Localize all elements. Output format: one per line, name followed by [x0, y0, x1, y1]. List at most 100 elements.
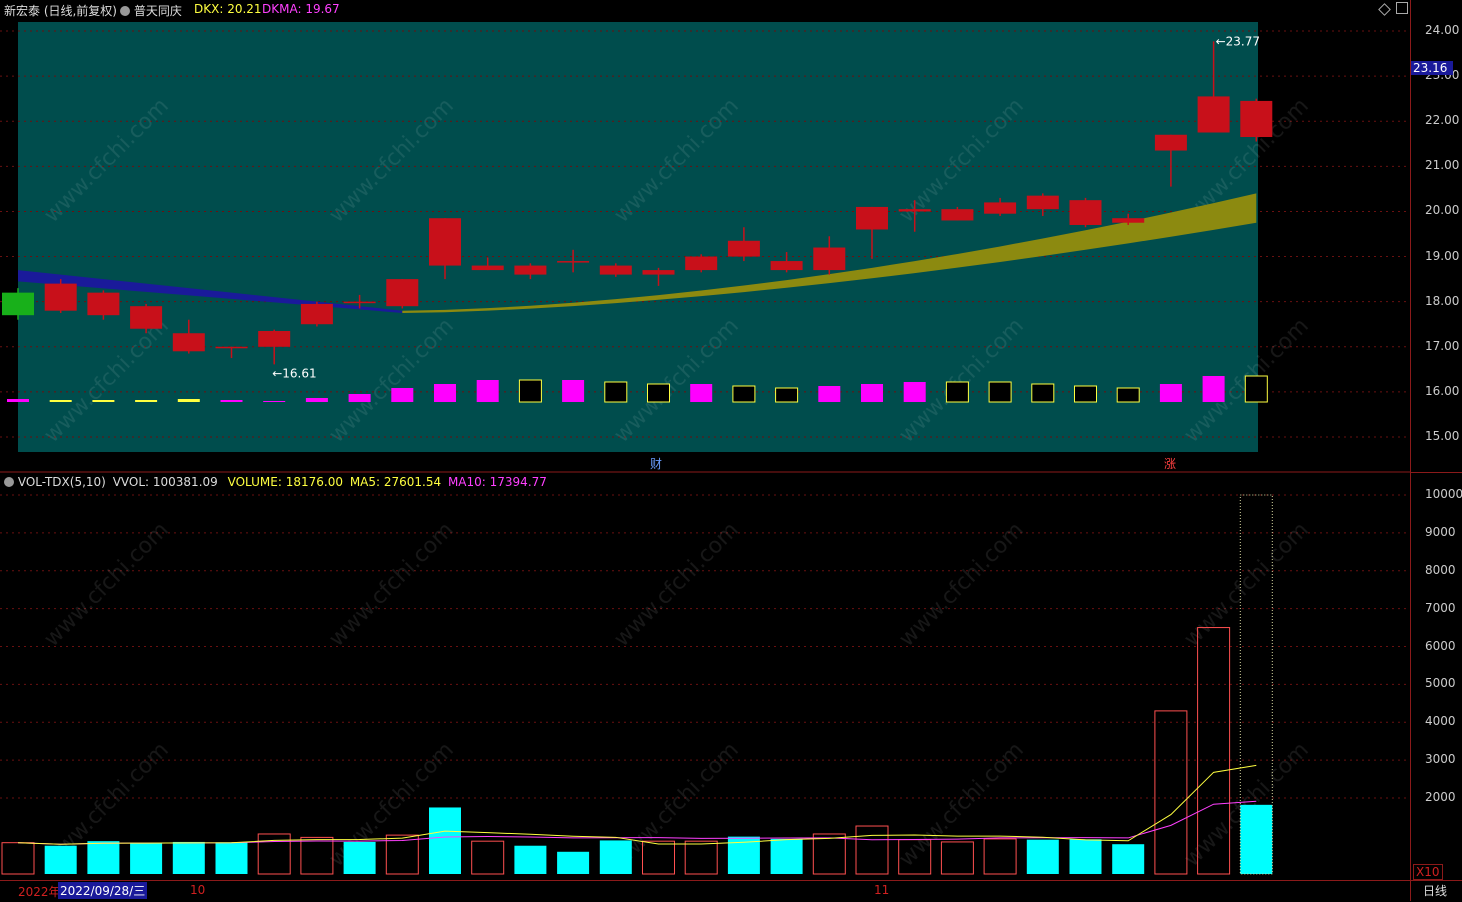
volume-bar[interactable] — [770, 838, 803, 874]
candle[interactable] — [2, 288, 34, 320]
overlay-volume-bar — [1031, 383, 1055, 403]
volume-bar[interactable] — [983, 838, 1017, 875]
volume-bar[interactable] — [514, 845, 547, 874]
volume-bar[interactable] — [343, 841, 376, 874]
volume-bar[interactable] — [1026, 839, 1059, 874]
volume-tick-label: 5000 — [1425, 676, 1456, 691]
candle-body — [984, 202, 1017, 214]
candle[interactable] — [44, 279, 77, 313]
overlay-volume-bar — [476, 380, 499, 402]
month-10-label: 10 — [190, 883, 206, 897]
volume-bar[interactable] — [471, 840, 505, 875]
candle[interactable] — [386, 279, 419, 309]
candle-body — [770, 261, 803, 271]
volume-chart[interactable]: www.cfchi.com www.cfchi.com www.cfchi.com w… — [0, 474, 1410, 880]
price-tick-label: 17.00 — [1425, 338, 1460, 353]
candle-body — [642, 270, 675, 275]
overlay-volume-bar — [220, 400, 243, 402]
ma5-value: MA5: 27601.54 — [349, 475, 442, 489]
overlay-volume-bar — [818, 386, 841, 402]
volume-bar[interactable] — [1, 842, 35, 875]
candle-body — [343, 301, 376, 304]
volume-ma-line — [17, 800, 1257, 845]
overlay-volume-bar — [945, 381, 969, 403]
price-tick-label: 24.00 — [1425, 23, 1460, 37]
candle-body — [856, 206, 888, 230]
overlay-volume-bar — [988, 381, 1012, 403]
candle-body — [471, 265, 504, 271]
window-toggle-icon[interactable] — [1396, 2, 1408, 14]
volume-bar[interactable] — [855, 825, 889, 875]
volume-bar[interactable] — [684, 840, 718, 875]
price-tick-label: 15.00 — [1425, 429, 1460, 443]
volume-header: VOL-TDX(5,10) VVOL: 100381.09 VOLUME: 18… — [4, 475, 547, 489]
overlay-volume-bar — [1159, 384, 1182, 402]
volume-bar[interactable] — [130, 842, 163, 874]
volume-bar[interactable] — [1154, 710, 1188, 875]
volume-bar[interactable] — [429, 807, 461, 874]
month-11-label: 11 — [874, 883, 890, 897]
overlay-volume-bar — [263, 401, 286, 402]
overlay-volume-bar — [861, 384, 883, 402]
watermark-text: www.cfchi.com — [894, 518, 1028, 652]
volume-bar[interactable] — [812, 833, 846, 875]
candle-body — [87, 292, 120, 316]
dkx-value: DKX: 20.21 — [194, 2, 262, 16]
indicator-name[interactable]: VOL-TDX(5,10) — [18, 475, 106, 489]
overlay-volume-bar — [177, 399, 200, 402]
high-price-label: ←23.77 — [1216, 34, 1260, 48]
candle[interactable] — [685, 254, 718, 273]
stock-title[interactable]: 新宏泰 (日线,前复权) — [4, 2, 117, 19]
gear-icon[interactable] — [120, 6, 130, 16]
event-marker-zhang[interactable]: 涨 — [1164, 456, 1176, 471]
candle-body — [1197, 96, 1230, 133]
overlay-volume-bar — [775, 387, 799, 403]
candle-body — [599, 265, 632, 275]
candle[interactable] — [1240, 98, 1273, 142]
candle-body — [386, 279, 419, 307]
right-axis: 24.00 23.00 22.00 21.00 20.00 19.00 18.00 17.00… — [1410, 0, 1462, 901]
volume-bar[interactable] — [87, 841, 120, 874]
cursor-date: 2022/09/28/三 — [58, 882, 148, 899]
volume-bar[interactable] — [940, 841, 974, 875]
volume-bar[interactable] — [557, 851, 590, 874]
watermark-text: www.cfchi.com — [1179, 518, 1313, 652]
chart-header: 新宏泰 (日线,前复权) 普天同庆 DKX: 20.21 DKMA: 19.67 — [0, 0, 1410, 18]
volume-tick-label: 8000 — [1425, 562, 1456, 577]
volume-tick-label: 4000 — [1425, 714, 1456, 729]
overlay-volume-bar — [1202, 376, 1225, 402]
candle-body — [172, 333, 205, 352]
volume-tick-label: 7000 — [1425, 600, 1456, 615]
volume-bar[interactable] — [1240, 804, 1273, 874]
price-tick-label: 20.00 — [1425, 203, 1460, 218]
candle-body — [898, 209, 931, 212]
axis-separator — [1411, 472, 1462, 473]
period-button[interactable]: 日线 — [1423, 882, 1447, 899]
volume-bar[interactable] — [1069, 839, 1102, 874]
volume-bar[interactable] — [215, 842, 248, 874]
candle-body — [685, 256, 718, 271]
candle[interactable] — [300, 301, 333, 327]
low-price-label: ←16.61 — [272, 366, 316, 380]
overlay-volume-bar — [391, 388, 414, 402]
overlay-volume-bar — [562, 380, 585, 402]
overlay-volume-bar — [1074, 385, 1097, 403]
overlay-volume-bar — [7, 399, 29, 402]
volume-bar[interactable] — [599, 840, 632, 874]
volume-bar[interactable] — [1112, 844, 1145, 874]
volume-bar[interactable] — [172, 841, 205, 874]
volume-bar[interactable] — [44, 845, 77, 874]
event-marker-cai[interactable]: 财 — [650, 457, 662, 471]
price-chart[interactable]: www.cfchi.com www.cfchi.com www.cfchi.com w… — [0, 0, 1410, 474]
year-label: 2022年 — [18, 885, 61, 899]
watermark-text: www.cfchi.com — [324, 518, 458, 652]
candle-body — [215, 346, 248, 349]
price-tick-label: 21.00 — [1425, 158, 1460, 173]
candle[interactable] — [1069, 197, 1102, 228]
candle-body — [727, 240, 760, 257]
sector-label[interactable]: 普天同庆 — [120, 2, 182, 19]
gear-icon[interactable] — [4, 477, 14, 487]
diamond-icon[interactable] — [1378, 3, 1391, 16]
candle-body — [1112, 218, 1145, 223]
ma10-value: MA10: 17394.77 — [447, 475, 547, 489]
